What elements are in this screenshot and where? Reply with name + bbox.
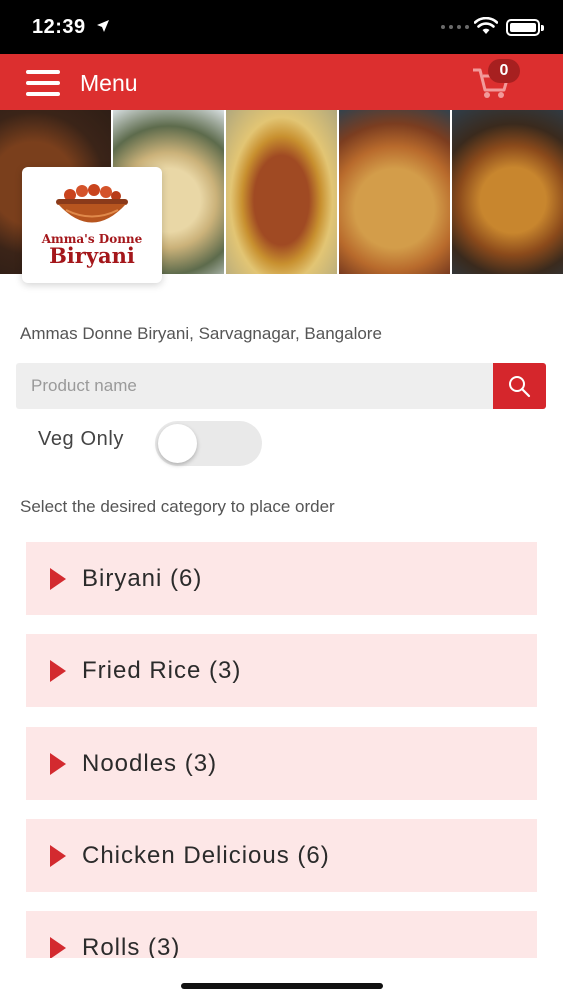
logo-line2: Biryani — [49, 243, 135, 268]
cart-count-badge[interactable]: 0 — [488, 59, 520, 83]
category-label: Noodles (3) — [82, 750, 218, 777]
search-bar — [16, 363, 546, 409]
category-item-noodles[interactable]: Noodles (3) — [26, 727, 537, 800]
veg-only-label: Veg Only — [38, 428, 124, 450]
category-label: Fried Rice (3) — [82, 657, 242, 684]
location-arrow-icon — [97, 20, 109, 32]
search-icon — [509, 376, 531, 398]
menu-title: Menu — [80, 70, 138, 96]
food-image — [452, 110, 563, 274]
category-item-biryani[interactable]: Biryani (6) — [26, 542, 537, 615]
wifi-icon — [474, 17, 498, 34]
expand-arrow-icon — [50, 937, 66, 958]
category-label: Rolls (3) — [82, 934, 181, 958]
toggle-knob — [158, 424, 197, 463]
home-indicator[interactable] — [181, 983, 383, 989]
expand-arrow-icon — [50, 753, 66, 775]
status-time: 12:39 — [32, 16, 86, 38]
food-image — [226, 110, 337, 274]
restaurant-address: Ammas Donne Biryani, Sarvagnagar, Bangal… — [20, 324, 382, 343]
category-item-fried-rice[interactable]: Fried Rice (3) — [26, 634, 537, 707]
battery-icon — [506, 19, 544, 36]
food-image — [339, 110, 450, 274]
status-bar: 12:39 — [0, 0, 563, 54]
category-label: Biryani (6) — [82, 565, 203, 592]
category-hint: Select the desired category to place ord… — [20, 497, 335, 516]
restaurant-logo: Amma's Donne Biryani — [22, 167, 162, 283]
category-label: Chicken Delicious (6) — [82, 842, 330, 869]
category-list: Biryani (6) Fried Rice (3) Noodles (3) C… — [26, 542, 537, 958]
expand-arrow-icon — [50, 845, 66, 867]
category-item-chicken-delicious[interactable]: Chicken Delicious (6) — [26, 819, 537, 892]
expand-arrow-icon — [50, 568, 66, 590]
menu-hamburger-icon[interactable] — [26, 70, 62, 96]
biryani-pot-icon — [56, 184, 128, 223]
veg-only-toggle[interactable] — [155, 421, 262, 466]
category-item-rolls[interactable]: Rolls (3) — [26, 911, 537, 958]
expand-arrow-icon — [50, 660, 66, 682]
product-search-input[interactable] — [16, 363, 493, 409]
cellular-signal-icon — [441, 25, 469, 29]
search-button[interactable] — [493, 363, 546, 409]
